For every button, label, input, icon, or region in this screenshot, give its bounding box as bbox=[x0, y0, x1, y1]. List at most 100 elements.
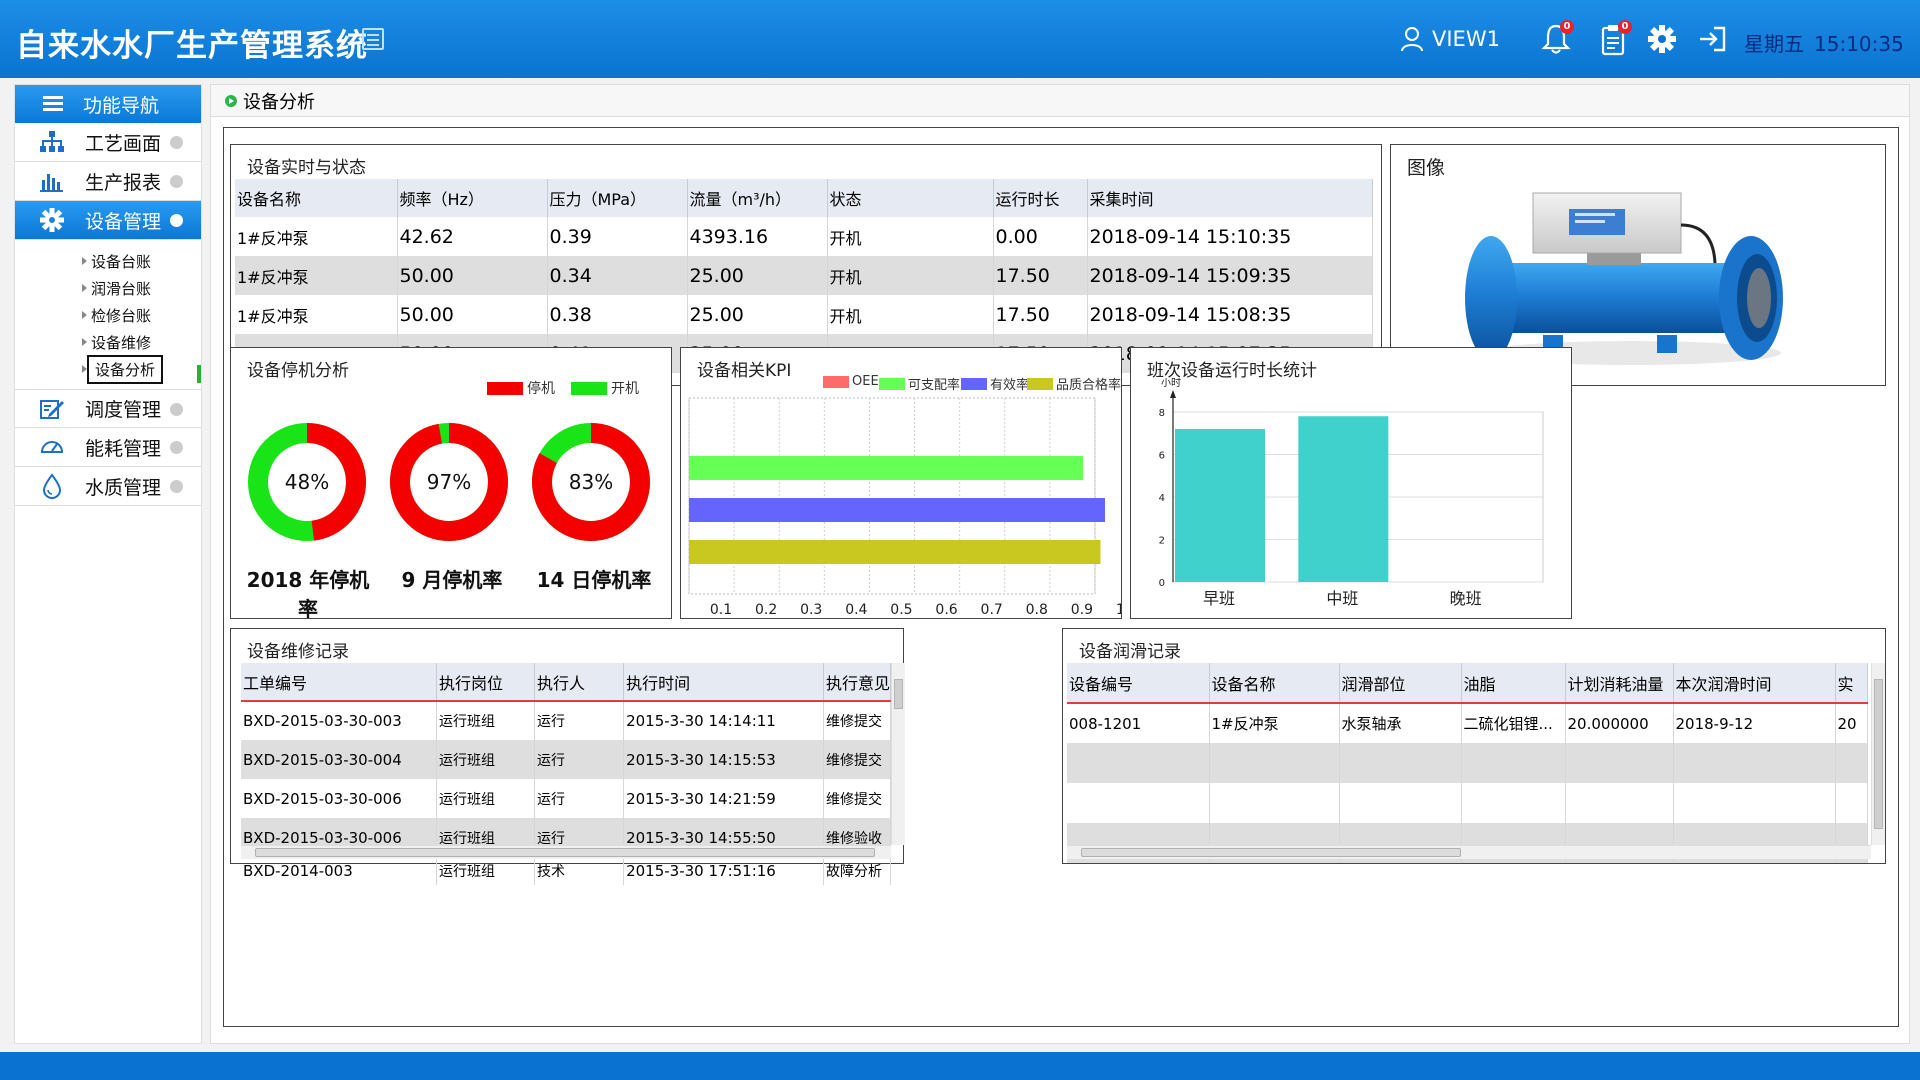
username[interactable]: VIEW1 bbox=[1432, 27, 1500, 51]
legend-oee[interactable]: OEE bbox=[823, 374, 879, 389]
sidebar-item-label: 水质管理 bbox=[85, 476, 162, 499]
table-cell: 0.34 bbox=[547, 256, 688, 295]
nav-header[interactable]: 功能导航 bbox=[15, 85, 201, 123]
column-header[interactable]: 频率（Hz） bbox=[397, 179, 548, 217]
column-header[interactable]: 运行时长 bbox=[993, 179, 1088, 217]
sidebar-item-equipment[interactable]: 设备管理 bbox=[15, 201, 201, 240]
sidebar-item-energy[interactable]: 能耗管理 bbox=[15, 428, 201, 467]
x-tick-label: 0.1 bbox=[710, 602, 732, 618]
y-unit-label: 小时 bbox=[1161, 378, 1181, 389]
horizontal-scrollbar[interactable] bbox=[241, 845, 891, 859]
table-cell: BXD-2015-03-30-003 bbox=[241, 701, 438, 740]
column-header[interactable]: 计划消耗油量 bbox=[1565, 663, 1674, 704]
column-header[interactable]: 本次润滑时间 bbox=[1673, 663, 1836, 704]
table-row[interactable]: BXD-2015-03-30-004 运行班组 运行 2015-3-30 14:… bbox=[241, 740, 892, 779]
submenu-overhaul-ledger[interactable]: 检修台账 bbox=[15, 302, 201, 329]
legend-run[interactable]: 开机 bbox=[571, 378, 639, 398]
logout-icon[interactable] bbox=[1696, 22, 1728, 56]
table-cell: 运行班组 bbox=[436, 779, 536, 818]
table-row[interactable]: 1#反冲泵 50.00 0.38 25.00 开机 17.50 2018-09-… bbox=[235, 295, 1373, 334]
column-header[interactable]: 执行意见 bbox=[823, 663, 892, 702]
column-header[interactable]: 油脂 bbox=[1461, 663, 1566, 704]
panel-title: 设备相关KPI bbox=[697, 361, 792, 381]
x-tick-label: 晚班 bbox=[1450, 589, 1482, 608]
y-tick-label: 8 bbox=[1159, 408, 1165, 419]
table-header-row: 设备名称 频率（Hz） 压力（MPa） 流量（m³/h） 状态 运行时长 采集时… bbox=[235, 179, 1373, 217]
sidebar-item-dispatch[interactable]: 调度管理 bbox=[15, 389, 201, 428]
vertical-scrollbar[interactable] bbox=[891, 663, 905, 845]
table-row[interactable]: 1#反冲泵 42.62 0.39 4393.16 开机 0.00 2018-09… bbox=[235, 217, 1373, 256]
submenu-lubrication-ledger[interactable]: 润滑台账 bbox=[15, 275, 201, 302]
table-cell: 二硫化钼锂... bbox=[1461, 703, 1566, 743]
column-header[interactable]: 压力（MPa） bbox=[547, 179, 688, 217]
table-cell: 维修提交 bbox=[823, 701, 892, 740]
column-header[interactable]: 设备名称 bbox=[235, 179, 398, 217]
user-icon[interactable] bbox=[1400, 26, 1424, 52]
document-icon[interactable] bbox=[362, 28, 384, 50]
column-header[interactable]: 执行岗位 bbox=[436, 663, 536, 702]
table-row[interactable] bbox=[1067, 743, 1868, 783]
column-header[interactable]: 工单编号 bbox=[241, 663, 438, 702]
edit-icon bbox=[40, 399, 64, 419]
kpi-bar-chart: 0.1 0.2 0.3 0.4 0.5 0.6 0.7 0.8 0.9 1.0 bbox=[688, 397, 1121, 618]
chevron-icon bbox=[170, 214, 183, 227]
table-cell: 运行班组 bbox=[436, 740, 536, 779]
vertical-scrollbar[interactable] bbox=[1871, 663, 1885, 845]
table-cell: 1#反冲泵 bbox=[235, 295, 398, 334]
table-cell: 17.50 bbox=[993, 295, 1088, 334]
x-tick-label: 0.8 bbox=[1026, 602, 1048, 618]
shift-bar-中班[interactable] bbox=[1298, 416, 1389, 582]
table-cell: BXD-2015-03-30-004 bbox=[241, 740, 438, 779]
breadcrumb: 设备分析 bbox=[211, 85, 1909, 117]
table-row[interactable]: BXD-2015-03-30-003 运行班组 运行 2015-3-30 14:… bbox=[241, 701, 892, 740]
bar-chart-icon bbox=[40, 174, 63, 192]
table-row[interactable]: BXD-2014-003 运行班组 技术 2015-3-30 17:51:16 … bbox=[241, 857, 892, 885]
play-circle-icon bbox=[225, 94, 237, 107]
sidebar-item-label: 工艺画面 bbox=[85, 132, 162, 155]
table-cell: 0.00 bbox=[993, 217, 1088, 256]
sidebar-item-reports[interactable]: 生产报表 bbox=[15, 162, 201, 201]
submenu-equipment-analysis[interactable]: 设备分析 bbox=[15, 355, 201, 384]
kpi-bar-有效率[interactable] bbox=[689, 498, 1105, 522]
table-cell: 2018-9-12 bbox=[1673, 703, 1836, 743]
legend-stop[interactable]: 停机 bbox=[487, 378, 555, 398]
chevron-icon bbox=[170, 175, 183, 188]
panel-title: 设备实时与状态 bbox=[247, 158, 366, 178]
submenu-equipment-repair[interactable]: 设备维修 bbox=[15, 329, 201, 356]
column-header[interactable]: 设备编号 bbox=[1067, 663, 1210, 704]
column-header[interactable]: 流量（m³/h） bbox=[687, 179, 828, 217]
bell-icon[interactable]: 0 bbox=[1540, 20, 1574, 56]
clock: 星期五 15:10:35 bbox=[1744, 28, 1914, 57]
top-header: 自来水水厂生产管理系统 VIEW1 0 0 星期五 15:10:35 bbox=[0, 0, 1920, 78]
chevron-icon bbox=[170, 136, 183, 149]
shift-bar-早班[interactable] bbox=[1175, 429, 1265, 582]
column-header[interactable]: 实 bbox=[1835, 663, 1868, 704]
column-header[interactable]: 设备名称 bbox=[1209, 663, 1340, 704]
column-header[interactable]: 执行人 bbox=[534, 663, 625, 702]
y-axis-arrow bbox=[1170, 390, 1176, 398]
table-row[interactable]: 1#反冲泵 50.00 0.34 25.00 开机 17.50 2018-09-… bbox=[235, 256, 1373, 295]
kpi-bar-品质合格率[interactable] bbox=[689, 540, 1101, 564]
column-header[interactable]: 执行时间 bbox=[623, 663, 824, 702]
table-row[interactable]: BXD-2015-03-30-006 运行班组 运行 2015-3-30 14:… bbox=[241, 779, 892, 818]
sidebar-item-process[interactable]: 工艺画面 bbox=[15, 123, 201, 162]
x-tick-label: 0.7 bbox=[981, 602, 1003, 618]
list-icon bbox=[43, 95, 63, 113]
table-cell: 17.50 bbox=[993, 256, 1088, 295]
column-header[interactable]: 采集时间 bbox=[1087, 179, 1373, 217]
column-header[interactable]: 状态 bbox=[827, 179, 994, 217]
kpi-bar-可支配率[interactable] bbox=[689, 456, 1083, 480]
table-cell: 20.000000 bbox=[1565, 703, 1674, 743]
downtime-panel: 设备停机分析 停机 开机 48% 97% 83% 2018 年停机率 9 月停机率 … bbox=[230, 347, 672, 621]
horizontal-scrollbar[interactable] bbox=[1067, 845, 1871, 859]
gear-icon[interactable] bbox=[1646, 22, 1678, 56]
table-row[interactable]: 008-1201 1#反冲泵 水泵轴承 二硫化钼锂... 20.000000 2… bbox=[1067, 703, 1868, 743]
table-row[interactable] bbox=[1067, 783, 1868, 823]
table-cell: 0.38 bbox=[547, 295, 688, 334]
clipboard-icon[interactable]: 0 bbox=[1598, 20, 1632, 56]
weekday: 星期五 bbox=[1744, 32, 1804, 56]
submenu-equipment-ledger[interactable]: 设备台账 bbox=[15, 248, 201, 275]
table-cell: BXD-2015-03-30-006 bbox=[241, 779, 438, 818]
column-header[interactable]: 润滑部位 bbox=[1339, 663, 1462, 704]
sidebar-item-water-quality[interactable]: 水质管理 bbox=[15, 467, 201, 506]
